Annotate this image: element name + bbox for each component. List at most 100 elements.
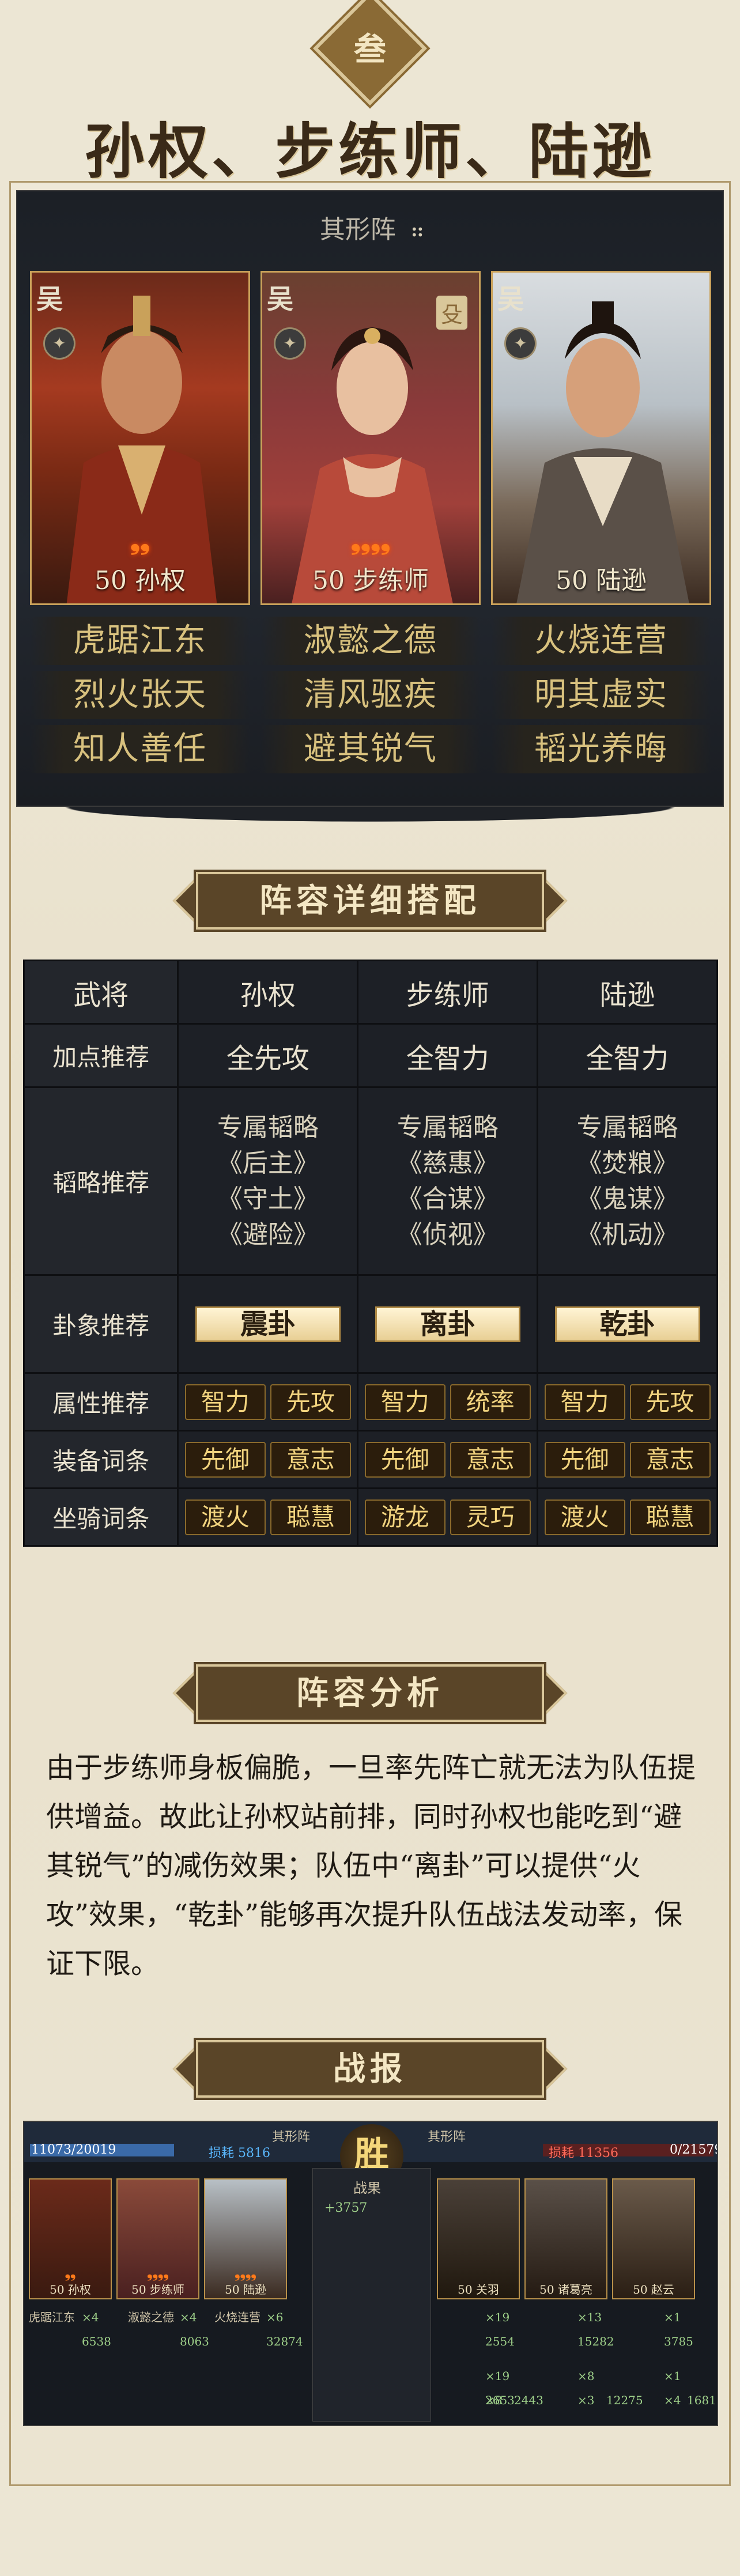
points-cell: 全先攻 bbox=[177, 1023, 359, 1088]
left-loss: 损耗 5816 bbox=[209, 2146, 270, 2160]
tactic-item: 《守土》 bbox=[217, 1184, 319, 1214]
left-hp: 11073/20019 bbox=[31, 2143, 116, 2157]
banner-text: 阵容分析 bbox=[296, 1674, 444, 1712]
banner-text: 阵容详细搭配 bbox=[259, 882, 481, 920]
stat-value: 2443 bbox=[514, 2393, 543, 2407]
right-stats-9: ×3 bbox=[577, 2388, 594, 2412]
right-stats-5: ×8 bbox=[577, 2364, 594, 2388]
stat-value: 8063 bbox=[180, 2335, 209, 2348]
equip-tag: 意志 bbox=[629, 1441, 711, 1478]
hexagram-cell: 乾卦 bbox=[537, 1274, 718, 1374]
tactics-cell: 专属韬略 《慈惠》 《合谋》 《侦视》 bbox=[357, 1086, 539, 1276]
stat-count: ×8 bbox=[577, 2369, 595, 2383]
attr-cell: 智力 统率 bbox=[357, 1372, 539, 1431]
right-stats-7: ×8 bbox=[485, 2388, 502, 2412]
stat-value: 3785 bbox=[664, 2335, 693, 2348]
stat-count: ×3 bbox=[577, 2393, 595, 2407]
mount-tag: 渡火 bbox=[184, 1499, 266, 1535]
hero-card-2[interactable]: 吴 殳 ✦ ❟❟❟❟ 50 步练师 bbox=[260, 271, 481, 605]
right-stats-6: ×1 bbox=[664, 2364, 681, 2388]
left-stat-values-2: ×4 8063 bbox=[180, 2305, 209, 2354]
side-tag: 殳 bbox=[436, 296, 467, 330]
left-formation: 其形阵 bbox=[272, 2130, 311, 2144]
table-header: 孙权 bbox=[177, 960, 359, 1025]
tactic-item: 《后主》 bbox=[217, 1148, 319, 1178]
row-label: 韬略推荐 bbox=[22, 1086, 179, 1276]
stat-count: ×8 bbox=[485, 2393, 503, 2407]
right-stats-10: 12275 bbox=[606, 2388, 643, 2412]
tactic-item: 《慈惠》 bbox=[397, 1148, 499, 1178]
hero-name: 50 孙权 bbox=[95, 566, 186, 595]
page-title: 孙权、步练师、陆逊 bbox=[84, 116, 655, 187]
skill-label[interactable]: 虎踞江东 bbox=[30, 618, 250, 664]
stat-count: ×6 bbox=[266, 2310, 284, 2324]
formation-dots-icon: ⠶ bbox=[409, 220, 425, 243]
left-stats-col3: 火烧连营 bbox=[214, 2305, 260, 2329]
analysis-paragraph: 由于步练师身板偏脆，一旦率先阵亡就无法为队伍提供增益。故此让孙权站前排，同时孙权… bbox=[46, 1751, 696, 1980]
stat-value: 1681 bbox=[687, 2393, 716, 2407]
hero-name: 50 步练师 bbox=[312, 566, 429, 595]
right-stats-8: 2443 bbox=[514, 2388, 543, 2412]
stat-count: ×1 bbox=[664, 2369, 681, 2383]
equip-cell: 先御 意志 bbox=[537, 1430, 718, 1489]
hexagram-cell: 震卦 bbox=[177, 1274, 359, 1374]
formation-panel: 其形阵 ⠶ 吴 ✦ ❟❟ 50 孙权 吴 殳 ✦ ❟❟❟❟ 50 步练师 吴 ✦… bbox=[16, 190, 724, 807]
hero-name: 50 关羽 bbox=[458, 2283, 499, 2297]
battle-log-value: +3757 bbox=[324, 2201, 368, 2215]
skill-label[interactable]: 韬光养晦 bbox=[491, 726, 711, 772]
right-stats-2: ×13 15282 bbox=[577, 2305, 614, 2354]
stat-value: 12275 bbox=[606, 2393, 643, 2407]
tactics-cell: 专属韬略 《焚粮》 《鬼谋》 《机动》 bbox=[537, 1086, 718, 1276]
tactic-token-icon: ✦ bbox=[504, 327, 537, 360]
hero-name: 50 步练师 bbox=[131, 2283, 184, 2297]
row-label: 卦象推荐 bbox=[22, 1274, 179, 1374]
skill-label[interactable]: 知人善任 bbox=[30, 726, 250, 772]
right-hp: 0/21579 bbox=[670, 2143, 718, 2157]
attr-tag: 先攻 bbox=[270, 1384, 351, 1420]
tactic-item: 《合谋》 bbox=[397, 1184, 499, 1214]
hero-stars: ❟❟❟❟ bbox=[235, 2264, 256, 2281]
skill-label[interactable]: 避其锐气 bbox=[260, 726, 481, 772]
hexagram-chip: 离卦 bbox=[375, 1306, 520, 1342]
tactic-token-icon: ✦ bbox=[274, 327, 306, 360]
mount-tag: 灵巧 bbox=[450, 1499, 531, 1535]
stat-count: ×4 bbox=[180, 2310, 197, 2324]
equip-tag: 意志 bbox=[450, 1441, 531, 1478]
brush-edge bbox=[16, 807, 724, 824]
right-loss: 损耗 11356 bbox=[549, 2146, 618, 2160]
attr-tag: 智力 bbox=[544, 1384, 625, 1420]
left-stat-values-1: ×4 6538 bbox=[82, 2305, 111, 2354]
stat-value: 6538 bbox=[82, 2335, 111, 2348]
tactic-item: 《侦视》 bbox=[397, 1219, 499, 1249]
stat-skill: 虎踞江东 bbox=[29, 2310, 75, 2324]
left-stat-values-3: ×6 32874 bbox=[266, 2305, 303, 2354]
stat-value: 2554 bbox=[485, 2335, 515, 2348]
mount-cell: 渡火 聪慧 bbox=[177, 1487, 359, 1547]
left-hero-2: ❟❟❟❟ 50 步练师 bbox=[116, 2178, 199, 2299]
battle-summary-panel: 战果 +3757 bbox=[312, 2168, 431, 2422]
table-header: 武将 bbox=[22, 960, 179, 1025]
skill-label[interactable]: 烈火张天 bbox=[30, 672, 250, 718]
hero-stars: ❟❟ bbox=[130, 526, 150, 556]
hero-camp: 吴 bbox=[497, 284, 524, 315]
skill-label[interactable]: 明其虚实 bbox=[491, 672, 711, 718]
skill-label[interactable]: 淑懿之德 bbox=[260, 618, 481, 664]
stat-count: ×1 bbox=[664, 2310, 681, 2324]
hero-name: 50 赵云 bbox=[633, 2283, 674, 2297]
tactic-item: 《鬼谋》 bbox=[576, 1184, 678, 1214]
row-label: 装备词条 bbox=[22, 1430, 179, 1489]
right-stats-3: ×1 3785 bbox=[664, 2305, 693, 2354]
tactic-item: 《避险》 bbox=[217, 1219, 319, 1249]
hero-card-1[interactable]: 吴 ✦ ❟❟ 50 孙权 bbox=[30, 271, 250, 605]
mount-tag: 游龙 bbox=[364, 1499, 445, 1535]
left-hero-1: ❟❟ 50 孙权 bbox=[29, 2178, 112, 2299]
tactic-item: 《焚粮》 bbox=[576, 1148, 678, 1178]
row-label: 属性推荐 bbox=[22, 1372, 179, 1431]
right-stats-11: ×4 bbox=[664, 2388, 681, 2412]
stat-value: 32874 bbox=[266, 2335, 303, 2348]
left-hero-3: ❟❟❟❟ 50 陆逊 bbox=[204, 2178, 287, 2299]
hero-card-3[interactable]: 吴 ✦ 50 陆逊 bbox=[491, 271, 711, 605]
skill-label[interactable]: 火烧连营 bbox=[491, 618, 711, 664]
skill-label[interactable]: 清风驱疾 bbox=[260, 672, 481, 718]
stat-count: ×19 bbox=[485, 2310, 510, 2324]
